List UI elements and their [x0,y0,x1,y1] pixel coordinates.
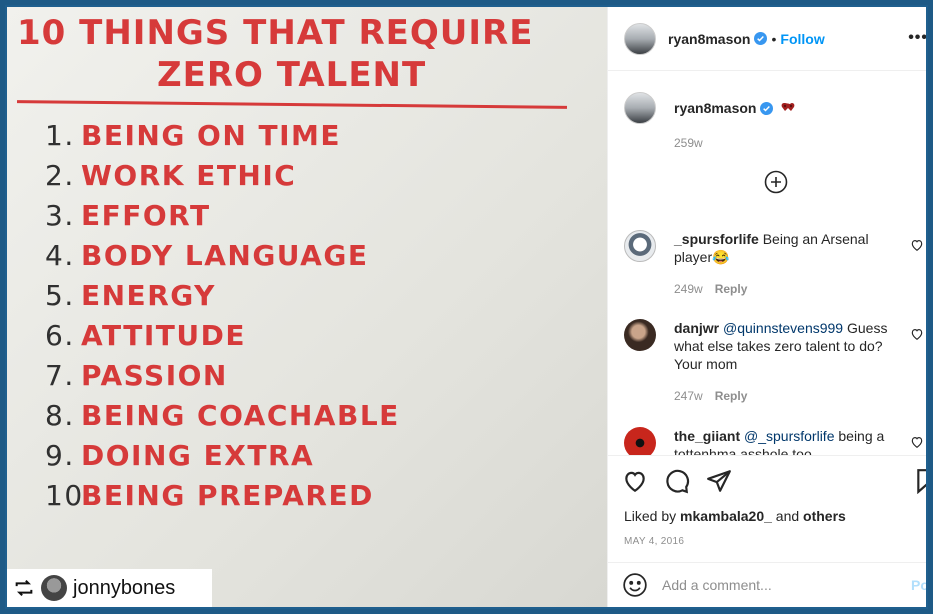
comment-meta: 247w Reply [674,389,747,403]
author-username[interactable]: ryan8mason [668,31,750,47]
comment-timestamp[interactable]: 249w [674,282,703,296]
reply-button[interactable]: Reply [715,282,748,296]
list-item: 1. BEING ON TIME [45,119,400,159]
follow-button[interactable]: Follow [780,31,824,47]
comment-username[interactable]: _spursforlife [674,231,759,247]
comment-avatar[interactable] [624,319,656,351]
list-number: 10. [45,479,95,512]
list-text: PASSION [81,359,228,392]
repost-tag[interactable]: jonnybones [7,569,212,607]
separator-dot: • [771,30,777,47]
comment-meta: 249w Reply [674,282,747,296]
list-item: 2. WORK ETHIC [45,159,400,199]
post-header: ryan8mason • Follow ••• [608,7,926,71]
post-comment-button[interactable]: Post [911,577,926,593]
whiteboard-title-line2: ZERO TALENT [157,55,427,95]
post-frame: 10 THINGS THAT REQUIRE ZERO TALENT 1. BEI… [5,5,928,609]
more-options-icon[interactable]: ••• [908,29,926,47]
post-actions: Liked by mkambala20_ and others MAY 4, 2… [608,455,928,575]
list-number: 9. [45,439,75,472]
comment-body: _spursforlife Being an Arsenal player😂 [674,230,896,266]
repost-avatar [41,575,67,601]
comment-username[interactable]: danjwr [674,320,719,336]
bookmark-icon[interactable] [914,468,928,494]
post-image[interactable]: 10 THINGS THAT REQUIRE ZERO TALENT 1. BEI… [7,7,607,607]
post-sidebar: ryan8mason • Follow ••• ryan8mason 259w … [607,7,928,607]
load-more-comments-icon[interactable] [764,170,788,194]
list-item: 10.BEING PREPARED [45,479,400,519]
list-number: 4. [45,239,75,272]
list-text: DOING EXTRA [81,439,315,472]
list-item: 9. DOING EXTRA [45,439,400,479]
list-text: BEING COACHABLE [81,399,400,432]
verified-badge-icon [760,102,774,115]
liked-by-others[interactable]: others [803,508,846,524]
like-heart-icon[interactable] [622,468,648,494]
liked-by-username[interactable]: mkambala20_ [680,508,772,524]
comment-bubble-icon[interactable] [664,468,690,494]
heart-icon[interactable] [910,435,924,449]
list-item: 3. EFFORT [45,199,400,239]
comment-mention[interactable]: @_spursforlife [744,428,834,444]
comment-body: danjwr @quinnstevens999 Guess what else … [674,319,896,373]
list-item: 4. BODY LANGUAGE [45,239,400,279]
comment-mention[interactable]: @quinnstevens999 [723,320,843,336]
list-text: ATTITUDE [81,319,246,352]
emoji-smiley-icon[interactable] [622,572,648,598]
heart-emoji-icon [782,103,795,111]
comment-timestamp[interactable]: 247w [674,389,703,403]
comment-input[interactable] [662,577,892,593]
whiteboard-title-line1: 10 THINGS THAT REQUIRE [17,13,534,53]
list-text: WORK ETHIC [81,159,297,192]
list-number: 2. [45,159,75,192]
likes-summary: Liked by mkambala20_ and others [624,508,846,524]
reply-button[interactable]: Reply [715,389,748,403]
share-plane-icon[interactable] [706,468,732,494]
comment-avatar[interactable] [624,230,656,262]
list-item: 8. BEING COACHABLE [45,399,400,439]
caption-timestamp[interactable]: 259w [674,136,703,150]
list-number: 1. [45,119,75,152]
post-date[interactable]: MAY 4, 2016 [624,536,684,547]
caption: ryan8mason [624,92,795,124]
repost-username[interactable]: jonnybones [73,577,175,600]
comment-avatar[interactable] [624,427,656,455]
list-text: BEING PREPARED [81,479,374,512]
caption-username[interactable]: ryan8mason [674,100,756,116]
list-number: 5. [45,279,75,312]
list-text: ENERGY [81,279,216,312]
list-text: EFFORT [81,199,211,232]
verified-badge-icon [754,32,768,45]
list-text: BODY LANGUAGE [81,239,369,272]
heart-icon[interactable] [910,327,924,341]
add-comment-bar: Post [608,562,926,607]
list-item: 7. PASSION [45,359,400,399]
list-number: 7. [45,359,75,392]
comments-section: ryan8mason 259w _spursforlife Being an A… [608,72,926,455]
list-text: BEING ON TIME [81,119,342,152]
heart-icon[interactable] [910,238,924,252]
whiteboard-list: 1. BEING ON TIME 2. WORK ETHIC 3. EFFORT 4.… [45,119,400,519]
list-number: 8. [45,399,75,432]
list-number: 6. [45,319,75,352]
whiteboard-title: 10 THINGS THAT REQUIRE ZERO TALENT [17,13,577,95]
comment-body: the_giiant @_spursforlife being a totten… [674,427,896,455]
list-item: 5. ENERGY [45,279,400,319]
author-avatar[interactable] [624,22,656,55]
list-item: 6. ATTITUDE [45,319,400,359]
caption-avatar[interactable] [624,92,656,124]
repost-icon [15,579,33,597]
comment-username[interactable]: the_giiant [674,428,740,444]
list-number: 3. [45,199,75,232]
liked-by-prefix: Liked by [624,508,677,524]
liked-by-and: and [775,508,800,524]
